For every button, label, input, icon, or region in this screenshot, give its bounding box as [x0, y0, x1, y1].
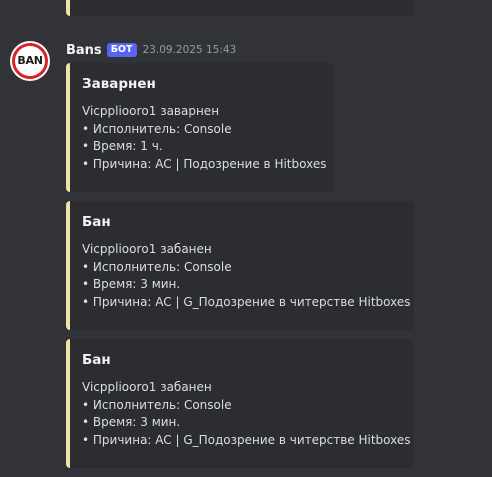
embed-warn: Заварнен Vicpplioorо1 заварнен • Исполни…	[66, 63, 334, 192]
embed-title: Бан	[82, 214, 111, 230]
embed-ban-2: Бан Vicpplioorо1 забанен • Исполнитель: …	[66, 339, 414, 468]
embed-title: Заварнен	[82, 76, 156, 92]
bot-badge: БОТ	[106, 43, 137, 57]
embed-line-duration: • Время: 3 мин.	[82, 277, 181, 291]
previous-embed	[66, 0, 414, 16]
embed-line-duration: • Время: 1 ч.	[82, 139, 163, 153]
message-header: Bans БОТ 23.09.2025 15:43	[66, 41, 236, 59]
avatar-label: BAN	[17, 54, 43, 67]
embed-ban-1: Бан Vicpplioorо1 забанен • Исполнитель: …	[66, 201, 414, 330]
embed-line-player: Vicpplioorо1 забанен	[82, 380, 212, 394]
embed-title: Бан	[82, 352, 111, 368]
embed-line-duration: • Время: 3 мин.	[82, 415, 181, 429]
embed-line-reason: • Причина: AC | Подозрение в Hitboxes	[82, 156, 327, 171]
embed-line-executor: • Исполнитель: Console	[82, 121, 232, 136]
embed-line-reason: • Причина: AC | G_Подозрение в читерстве…	[82, 294, 411, 309]
embed-line-player: Vicpplioorо1 заварнен	[82, 104, 220, 118]
embed-line-reason: • Причина: AC | G_Подозрение в читерстве…	[82, 432, 411, 447]
embed-line-executor: • Исполнитель: Console	[82, 397, 232, 412]
message-timestamp[interactable]: 23.09.2025 15:43	[143, 44, 237, 56]
avatar[interactable]: BAN	[10, 41, 50, 81]
chat-viewport: BAN Bans БОТ 23.09.2025 15:43 Заварнен V…	[0, 0, 492, 477]
embed-line-player: Vicpplioorо1 забанен	[82, 242, 212, 256]
embed-line-executor: • Исполнитель: Console	[82, 259, 232, 274]
username[interactable]: Bans	[66, 43, 102, 58]
